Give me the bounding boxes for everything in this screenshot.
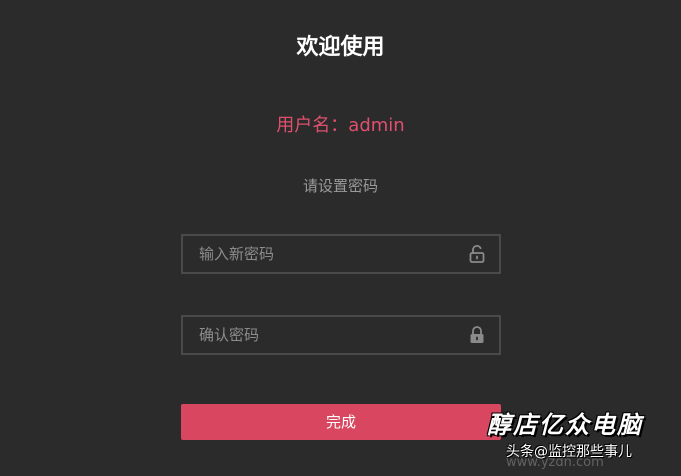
confirm-password-field[interactable]	[181, 315, 501, 355]
lock-closed-icon[interactable]	[467, 325, 487, 345]
new-password-input[interactable]	[183, 236, 469, 272]
page-title: 欢迎使用	[296, 35, 385, 60]
shop-watermark: 醇店亿众电脑	[487, 410, 643, 439]
username-label: 用户名：admin	[276, 115, 405, 136]
confirm-password-input[interactable]	[183, 317, 469, 353]
lock-open-icon[interactable]	[467, 244, 487, 264]
toutiao-watermark: 头条@监控那些事儿	[506, 444, 632, 460]
new-password-field[interactable]	[181, 234, 501, 274]
set-password-prompt: 请设置密码	[302, 177, 378, 195]
finish-button[interactable]: 完成	[181, 404, 501, 440]
